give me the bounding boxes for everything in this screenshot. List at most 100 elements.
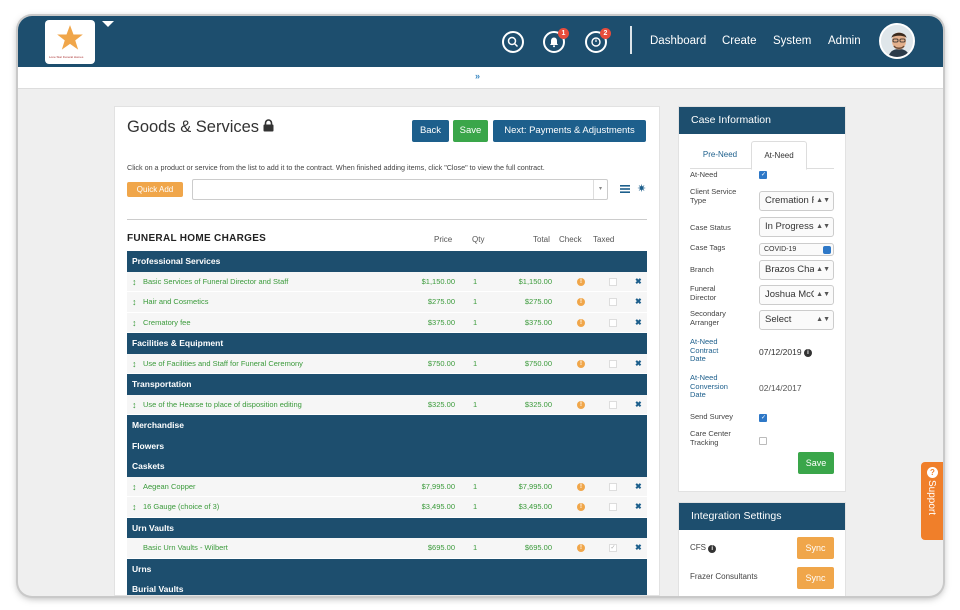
item-name[interactable]: Crematory fee [143, 313, 191, 334]
table-row[interactable]: ↕ Basic Services of Funeral Director and … [127, 271, 647, 293]
item-qty[interactable]: 1 [473, 395, 477, 416]
search-icon [507, 36, 519, 48]
info-icon[interactable]: ! [577, 544, 585, 552]
send-survey-checkbox[interactable] [759, 414, 767, 422]
item-price: $750.00 [427, 358, 455, 368]
save-button[interactable]: Save [453, 120, 488, 142]
drag-handle-icon[interactable]: ↕ [132, 477, 137, 498]
case-save-button[interactable]: Save [798, 452, 834, 474]
item-qty[interactable]: 1 [473, 538, 477, 559]
back-button[interactable]: Back [412, 120, 449, 142]
branch-select[interactable]: Brazos Chap ▲▼ [759, 260, 834, 280]
item-name[interactable]: Hair and Cosmetics [143, 292, 208, 313]
remove-icon[interactable]: ✖ [635, 538, 642, 559]
branch-value: Brazos Chap [765, 264, 820, 275]
item-qty[interactable]: 1 [473, 313, 477, 334]
taxed-checkbox[interactable] [609, 318, 617, 327]
at-need-label: At-Need [690, 170, 718, 179]
nav-dashboard[interactable]: Dashboard [650, 35, 706, 47]
case-status-label: Case Status [690, 223, 731, 232]
logo-dropdown-caret-icon[interactable] [102, 21, 114, 27]
at-need-checkbox[interactable] [759, 171, 767, 179]
remove-icon[interactable]: ✖ [635, 395, 642, 416]
tab-pre-need[interactable]: Pre-Need [690, 141, 750, 169]
table-row[interactable]: ↕ Hair and Cosmetics $275.00 1 $275.00! ✖ [127, 292, 647, 313]
info-icon[interactable]: ! [577, 359, 585, 368]
nav-system[interactable]: System [773, 35, 811, 47]
remove-icon[interactable]: ✖ [635, 313, 642, 334]
taxed-checkbox[interactable] [609, 503, 617, 511]
taxed-checkbox[interactable] [609, 277, 617, 286]
table-row[interactable]: ↕ Use of Facilities and Staff for Funeral… [127, 353, 647, 375]
taxed-checkbox[interactable] [609, 482, 617, 491]
drag-handle-icon[interactable]: ↕ [132, 292, 137, 313]
case-tags-select[interactable]: COVID-19 [759, 243, 834, 256]
item-price: $1,150.00 [421, 276, 455, 286]
expand-chevron-icon[interactable]: » [475, 71, 480, 81]
item-name[interactable]: Use of Facilities and Staff for Funeral … [143, 354, 303, 375]
item-name[interactable]: Basic Urn Vaults - Wilbert [143, 538, 228, 559]
info-icon[interactable]: i [708, 545, 717, 553]
item-qty[interactable]: 1 [473, 477, 477, 498]
funeral-director-select[interactable]: Joshua McQ ▲▼ [759, 285, 834, 305]
remove-icon[interactable]: ✖ [635, 354, 642, 375]
tab-at-need[interactable]: At-Need [751, 141, 807, 170]
care-center-label: Care Center Tracking [690, 429, 731, 447]
service-type-select[interactable]: Cremation F ▲▼ [759, 191, 834, 211]
remove-icon[interactable]: ✖ [635, 497, 642, 518]
item-qty[interactable]: 1 [473, 497, 477, 518]
case-status-select[interactable]: In Progress ▲▼ [759, 217, 834, 237]
gear-icon[interactable]: ✷ [637, 182, 646, 195]
activity-button[interactable]: 2 [585, 28, 611, 53]
taxed-checkbox[interactable] [609, 298, 617, 306]
secondary-arranger-select[interactable]: Select ▲▼ [759, 310, 834, 330]
instructions-text: Click on a product or service from the l… [127, 163, 545, 172]
taxed-checkbox[interactable] [609, 359, 617, 368]
taxed-checkbox[interactable]: ✓ [609, 544, 617, 552]
item-name[interactable]: Use of the Hearse to place of dispositio… [143, 395, 302, 416]
info-icon[interactable]: ! [577, 318, 585, 327]
info-icon[interactable]: ! [577, 298, 585, 306]
next-payments-button[interactable]: Next: Payments & Adjustments [493, 120, 646, 142]
item-name[interactable]: 16 Gauge (choice of 3) [143, 497, 219, 518]
taxed-checkbox[interactable] [609, 400, 617, 409]
support-tab[interactable]: ? Support [921, 462, 943, 540]
item-name[interactable]: Basic Services of Funeral Director and S… [143, 272, 288, 293]
info-icon[interactable]: ! [577, 277, 585, 286]
list-icon[interactable] [620, 185, 630, 193]
remove-icon[interactable]: ✖ [635, 272, 642, 293]
info-icon[interactable]: ! [577, 503, 585, 511]
category-header: Facilities & Equipment [127, 333, 647, 354]
nav-admin[interactable]: Admin [828, 35, 861, 47]
remove-icon[interactable]: ✖ [635, 292, 642, 313]
drag-handle-icon[interactable]: ↕ [132, 313, 137, 334]
item-qty[interactable]: 1 [473, 272, 477, 293]
care-center-checkbox[interactable] [759, 437, 767, 445]
table-row[interactable]: ↕ 16 Gauge (choice of 3) $3,495.00 1 $3,495.… [127, 497, 647, 518]
cfs-sync-button[interactable]: Sync [797, 537, 834, 559]
quick-add-button[interactable]: Quick Add [127, 182, 183, 197]
remove-icon[interactable]: ✖ [635, 477, 642, 498]
drag-handle-icon[interactable]: ↕ [132, 354, 137, 375]
company-logo[interactable]: Lone Star Funeral Homes [45, 20, 95, 64]
table-row[interactable]: ↕ Aegean Copper $7,995.00 1 $7,995.00! ✖ [127, 476, 647, 498]
frazer-sync-button[interactable]: Sync [797, 567, 834, 589]
info-icon[interactable]: ! [577, 400, 585, 409]
product-search-select[interactable]: ▾ [192, 179, 608, 200]
item-name[interactable]: Aegean Copper [143, 477, 196, 498]
drag-handle-icon[interactable]: ↕ [132, 395, 137, 416]
table-row[interactable]: ↕ Use of the Hearse to place of dispositi… [127, 394, 647, 416]
item-qty[interactable]: 1 [473, 354, 477, 375]
info-icon[interactable]: ! [577, 482, 585, 491]
drag-handle-icon[interactable]: ↕ [132, 272, 137, 293]
search-button[interactable] [502, 31, 524, 53]
drag-handle-icon[interactable]: ↕ [132, 497, 137, 518]
nav-create[interactable]: Create [722, 35, 757, 47]
notifications-button[interactable]: 1 [543, 28, 569, 53]
item-total: $7,995.00 [518, 481, 552, 491]
item-qty[interactable]: 1 [473, 292, 477, 313]
info-icon[interactable]: i [803, 349, 812, 357]
table-row[interactable]: ↕ Crematory fee $375.00 1 $375.00! ✖ [127, 312, 647, 334]
table-row[interactable]: Basic Urn Vaults - Wilbert $695.00 1 $695.0… [127, 538, 647, 559]
user-avatar[interactable] [879, 23, 915, 59]
